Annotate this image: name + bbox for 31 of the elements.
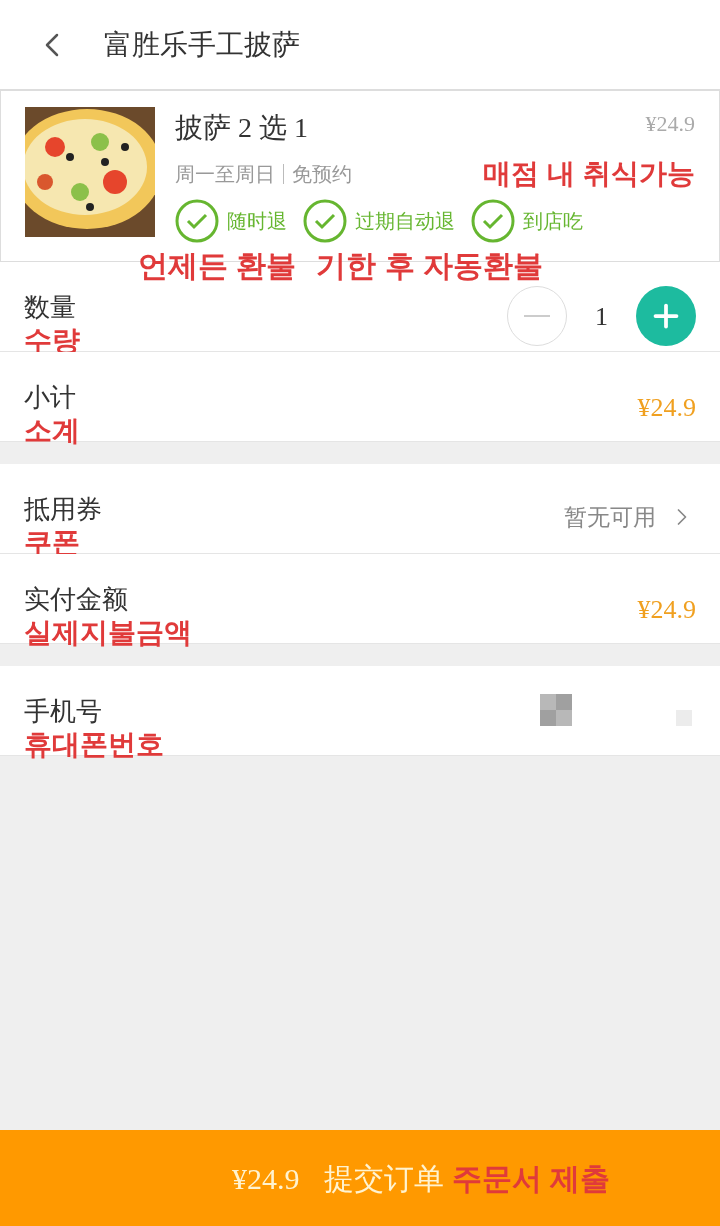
badge-label: 到店吃 — [523, 209, 583, 234]
row-label: 抵用券 — [24, 493, 102, 526]
quantity-value: 1 — [595, 300, 608, 333]
badge-label: 过期自动退 — [355, 209, 455, 234]
row-label: 小计 — [24, 381, 77, 414]
check-circle-icon — [303, 199, 347, 243]
coupon-value: 暂无可用 — [564, 503, 656, 532]
plus-button[interactable] — [636, 286, 696, 346]
row-label: 手机号 — [24, 695, 103, 728]
annotation: 언제든 환불 — [138, 248, 297, 284]
annotation: 소계 — [24, 414, 80, 448]
check-circle-icon — [175, 199, 219, 243]
availability-text: 周一至周日 — [175, 162, 275, 187]
subtotal-value: ¥24.9 — [637, 392, 696, 424]
product-price: ¥24.9 — [645, 110, 695, 138]
annotation: 실제지불금액 — [24, 616, 192, 650]
annotation: 기한 후 자동환불 — [316, 248, 543, 284]
footer-price: ¥24.9 — [232, 1160, 300, 1197]
page-title: 富胜乐手工披萨 — [104, 27, 300, 62]
booking-text: 免预约 — [292, 162, 352, 187]
badge-label: 随时退 — [227, 209, 287, 234]
row-label: 数量 — [24, 291, 77, 324]
total-value: ¥24.9 — [637, 594, 696, 626]
minus-icon — [524, 315, 550, 317]
annotation: 주문서 제출 — [451, 1160, 610, 1197]
annotation: 휴대폰번호 — [24, 728, 164, 762]
product-name: 披萨 2 选 1 — [175, 111, 308, 145]
check-circle-icon — [471, 199, 515, 243]
submit-order-button[interactable]: 提交订单 — [323, 1155, 444, 1201]
annotation: 매점 내 취식가능 — [483, 157, 695, 191]
row-label: 实付金额 — [24, 583, 129, 616]
